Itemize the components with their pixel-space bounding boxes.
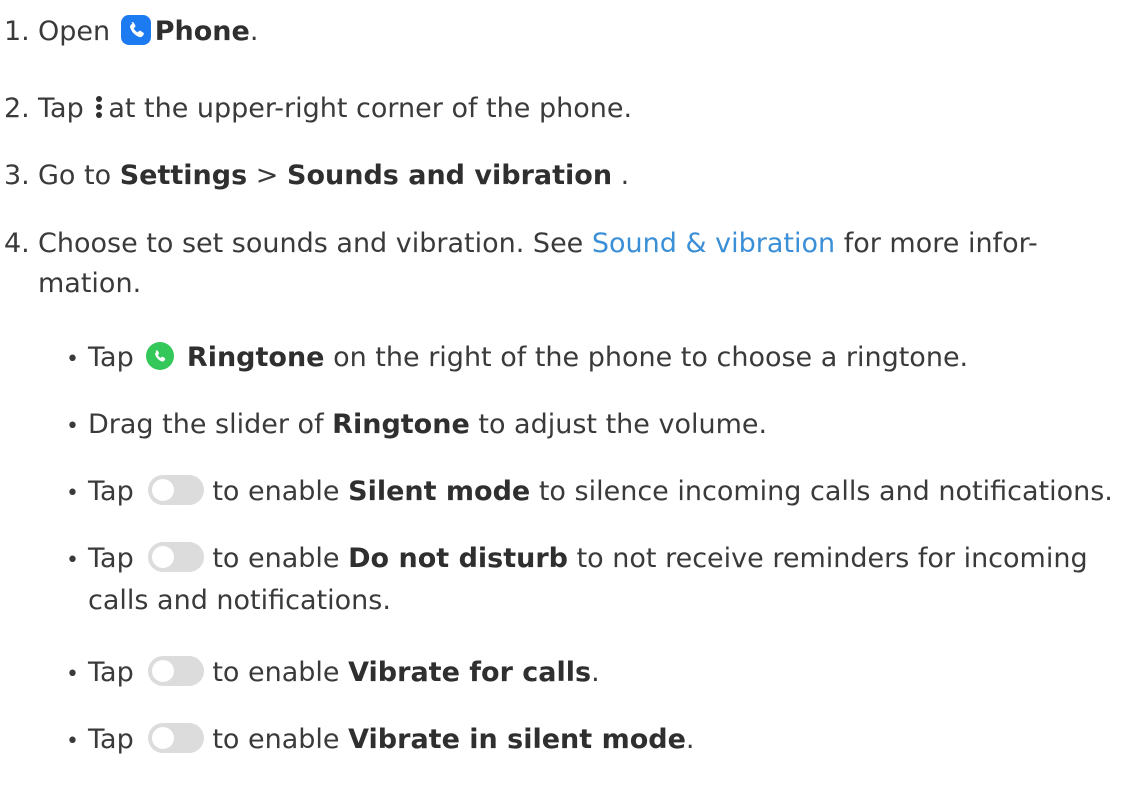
step-text: Open (38, 16, 111, 47)
ringtone-label: Ringtone (332, 409, 470, 440)
phone-app-name: Phone (154, 16, 250, 47)
phone-app-icon (120, 14, 151, 45)
toggle-icon (148, 474, 205, 505)
toggle-icon (148, 722, 205, 753)
step-4: 4. Choose to set sounds and vibration. Se… (4, 224, 1038, 304)
settings-label: Settings (119, 160, 248, 191)
bullet-text: Tap (88, 342, 134, 373)
more-options-icon (94, 92, 104, 122)
bullet-text-end: to silence incoming calls and notificati… (538, 476, 1113, 507)
step-text: Tap (38, 93, 84, 124)
bullet-dot: • (66, 729, 79, 754)
step-text-continuation: mation. (38, 268, 142, 299)
vibrate-for-calls-label: Vibrate for calls (348, 657, 592, 688)
bullet-text-end: . (591, 657, 600, 688)
toggle-icon (148, 541, 205, 572)
bullet-dot: • (66, 347, 79, 372)
bullet-text-end: to adjust the volume. (478, 409, 768, 440)
bullet-vibrate-for-calls: • Tap to enable Vibrate for calls. (66, 653, 600, 695)
step-text: Go to (38, 160, 112, 191)
ringtone-label: Ringtone (186, 342, 325, 373)
bullet-text: Tap (88, 724, 134, 755)
step-number: 2. (4, 93, 30, 124)
step-text-end: at the upper-right corner of the phone. (108, 93, 633, 124)
bullet-text-end: to not receive reminders for incoming (576, 543, 1088, 574)
bullet-ringtone-volume: • Drag the slider of Ringtone to adjust t… (66, 405, 767, 447)
bullet-text: Drag the slider of (88, 409, 324, 440)
bullet-do-not-disturb: • Tap to enable Do not disturb to not rec… (66, 539, 1088, 621)
step-text: Choose to set sounds and vibration. See (38, 228, 584, 259)
sound-vibration-link[interactable]: Sound & vibration (592, 228, 835, 259)
step-text-end: for more infor- (843, 228, 1038, 259)
vibrate-in-silent-mode-label: Vibrate in silent mode (348, 724, 686, 755)
bullet-vibrate-in-silent-mode: • Tap to enable Vibrate in silent mode. (66, 720, 695, 762)
bullet-text-end: on the right of the phone to choose a ri… (333, 342, 969, 373)
step-text-end: . (249, 16, 259, 47)
step-3: 3. Go to Settings > Sounds and vibration … (4, 156, 629, 196)
step-1: 1. Open Phone. (4, 12, 258, 52)
bullet-text: Tap (88, 543, 134, 574)
bullet-silent-mode: • Tap to enable Silent mode to silence in… (66, 472, 1113, 514)
step-number: 4. (4, 228, 30, 259)
bullet-dot: • (66, 481, 79, 506)
bullet-ringtone: • Tap Ringtone on the right of the phone … (66, 338, 968, 380)
ringtone-icon (146, 341, 175, 370)
bullet-text-mid: to enable (212, 476, 340, 507)
step-number: 1. (4, 16, 30, 47)
toggle-icon (148, 655, 205, 686)
bullet-dot: • (66, 548, 79, 573)
step-2: 2. Tap at the upper-right corner of the p… (4, 89, 632, 129)
step-number: 3. (4, 160, 30, 191)
step-text-end: . (620, 160, 630, 191)
bullet-dot: • (66, 414, 79, 439)
bullet-text-mid: to enable (212, 724, 340, 755)
bullet-text: Tap (88, 476, 134, 507)
do-not-disturb-label: Do not disturb (348, 543, 568, 574)
bullet-text-mid: to enable (212, 657, 340, 688)
bullet-text-end: . (685, 724, 695, 755)
bullet-text: Tap (88, 657, 134, 688)
sounds-and-vibration-label: Sounds and vibration (287, 160, 613, 191)
bullet-text-continuation: calls and notifications. (88, 585, 391, 616)
bullet-text-mid: to enable (212, 543, 340, 574)
path-separator: > (255, 160, 279, 191)
bullet-dot: • (66, 662, 79, 687)
silent-mode-label: Silent mode (348, 476, 531, 507)
